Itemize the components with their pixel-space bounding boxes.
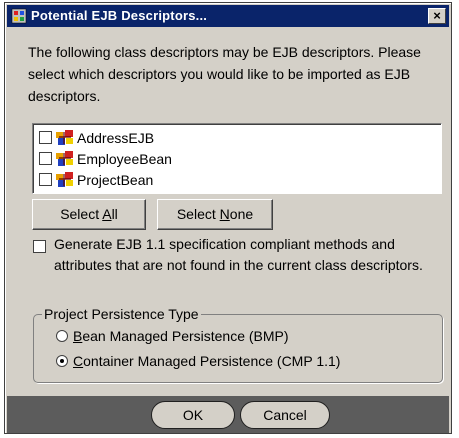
cmp-label: Container Managed Persistence (CMP 1.1)	[73, 353, 340, 369]
ejb-descriptor-icon	[56, 130, 73, 145]
select-none-button[interactable]: Select None	[157, 199, 273, 230]
select-none-mnemonic: N	[219, 206, 230, 222]
close-icon: ×	[433, 8, 441, 23]
ejb-descriptor-icon	[56, 151, 73, 166]
close-button[interactable]: ×	[428, 8, 446, 24]
bmp-mnemonic: B	[73, 328, 83, 344]
descriptor-checkbox[interactable]	[39, 173, 52, 186]
persistence-type-group: Project Persistence Type Bean Managed Pe…	[33, 305, 443, 383]
list-item[interactable]: EmployeeBean	[39, 148, 441, 169]
select-all-label-end: ll	[111, 206, 118, 222]
bmp-radio-option[interactable]: Bean Managed Persistence (BMP)	[56, 328, 289, 344]
generate-methods-checkbox[interactable]	[33, 240, 46, 253]
ejb-descriptor-icon	[56, 172, 73, 187]
descriptor-list[interactable]: AddressEJB EmployeeBean ProjectBean	[32, 123, 442, 194]
list-item[interactable]: ProjectBean	[39, 169, 441, 190]
select-all-label-start: Select	[60, 206, 103, 222]
bmp-label-rest: ean Managed Persistence (BMP)	[82, 328, 289, 344]
dialog-body: The following class descriptors may be E…	[7, 29, 449, 433]
select-all-mnemonic: A	[102, 206, 112, 222]
ejb-descriptors-dialog: Potential EJB Descriptors... × The follo…	[4, 2, 452, 434]
list-item[interactable]: AddressEJB	[39, 127, 441, 148]
descriptor-label: AddressEJB	[77, 129, 155, 146]
bmp-label: Bean Managed Persistence (BMP)	[73, 328, 289, 344]
cancel-button[interactable]: Cancel	[240, 401, 330, 429]
generate-methods-label: Generate EJB 1.1 specification compliant…	[54, 236, 423, 273]
descriptor-checkbox[interactable]	[39, 152, 52, 165]
button-bar: OK Cancel	[7, 396, 449, 433]
bmp-radio[interactable]	[56, 330, 68, 342]
cmp-radio-option[interactable]: Container Managed Persistence (CMP 1.1)	[56, 353, 340, 369]
descriptor-label: ProjectBean	[77, 171, 154, 188]
title-bar[interactable]: Potential EJB Descriptors... ×	[7, 5, 449, 27]
cmp-radio[interactable]	[56, 355, 68, 367]
persistence-type-legend: Project Persistence Type	[42, 305, 201, 323]
cmp-label-rest: ontainer Managed Persistence (CMP 1.1)	[83, 353, 341, 369]
dialog-title: Potential EJB Descriptors...	[31, 8, 208, 23]
cmp-mnemonic: C	[73, 353, 84, 369]
intro-text: The following class descriptors may be E…	[28, 44, 421, 104]
select-none-label-end: one	[229, 206, 254, 222]
select-all-button[interactable]: Select All	[32, 199, 146, 230]
descriptor-checkbox[interactable]	[39, 131, 52, 144]
ok-button[interactable]: OK	[151, 401, 235, 429]
select-none-label-start: Select	[176, 206, 220, 222]
app-icon	[11, 8, 27, 24]
descriptor-label: EmployeeBean	[77, 150, 172, 167]
